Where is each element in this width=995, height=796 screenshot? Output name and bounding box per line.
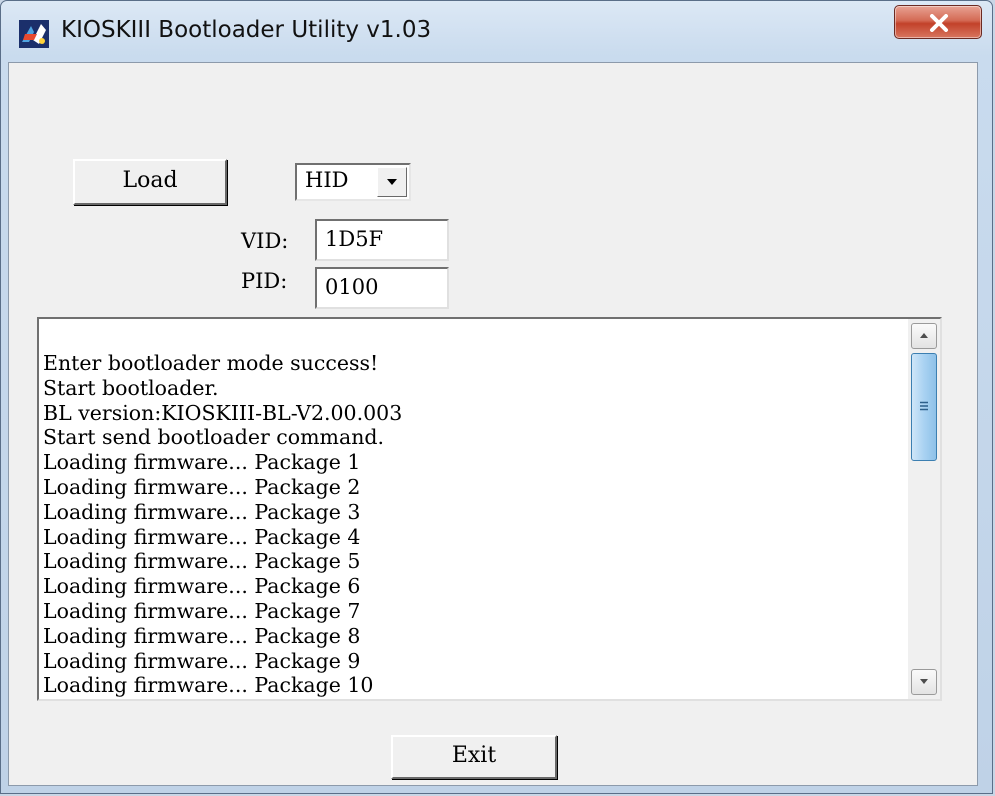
log-lines: Enter bootloader mode success! Start boot… bbox=[43, 351, 402, 698]
dropdown-button[interactable] bbox=[377, 167, 407, 197]
exit-button[interactable]: Exit bbox=[391, 735, 557, 779]
log-line: Start bootloader. bbox=[43, 375, 219, 400]
dialog-client-area: Load HID VID: 1D5F PID: 0100 Enter bootl… bbox=[8, 62, 978, 786]
chevron-down-icon bbox=[387, 179, 397, 185]
interface-select[interactable]: HID bbox=[295, 163, 411, 201]
load-button[interactable]: Load bbox=[73, 159, 227, 205]
scroll-thumb[interactable] bbox=[911, 353, 937, 461]
log-output[interactable]: Enter bootloader mode success! Start boot… bbox=[37, 317, 942, 701]
close-button[interactable] bbox=[894, 5, 982, 39]
app-window: KIOSKIII Bootloader Utility v1.03 Load H… bbox=[0, 0, 993, 794]
log-line: Loading firmware... Package 3 bbox=[43, 499, 361, 524]
log-line: Loading firmware... Package 8 bbox=[43, 623, 361, 648]
log-line: Loading firmware... Package 1 bbox=[43, 450, 361, 475]
scroll-down-arrow-icon bbox=[920, 679, 928, 684]
log-line: Loading firmware... Package 2 bbox=[43, 474, 361, 499]
title-bar[interactable]: KIOSKIII Bootloader Utility v1.03 bbox=[1, 1, 992, 61]
log-line: Loading firmware... Package 4 bbox=[43, 524, 361, 549]
log-line: Loading firmware... Package 9 bbox=[43, 648, 361, 673]
log-line: Loading firmware... Package 6 bbox=[43, 574, 361, 599]
vid-field[interactable]: 1D5F bbox=[315, 219, 449, 261]
window-title: KIOSKIII Bootloader Utility v1.03 bbox=[61, 17, 432, 43]
vertical-scrollbar[interactable] bbox=[908, 319, 940, 699]
scroll-down-button[interactable] bbox=[911, 669, 937, 695]
log-line: Loading firmware... Package 5 bbox=[43, 549, 361, 574]
scroll-up-button[interactable] bbox=[911, 323, 937, 349]
close-icon bbox=[930, 14, 948, 32]
log-line: Loading firmware... Package 10 bbox=[43, 673, 374, 698]
interface-select-value: HID bbox=[305, 168, 349, 192]
kiosk-app-icon bbox=[19, 20, 49, 48]
log-line: Loading firmware... Package 7 bbox=[43, 598, 361, 623]
vid-label: VID: bbox=[241, 229, 289, 253]
log-line: Enter bootloader mode success! bbox=[43, 351, 379, 375]
pid-label: PID: bbox=[241, 269, 288, 293]
log-line: Start send bootloader command. bbox=[43, 425, 385, 450]
scroll-grip-icon bbox=[920, 401, 928, 411]
pid-field[interactable]: 0100 bbox=[315, 267, 449, 309]
scroll-up-arrow-icon bbox=[920, 333, 928, 338]
log-line: BL version:KIOSKIII-BL-V2.00.003 bbox=[43, 400, 403, 425]
